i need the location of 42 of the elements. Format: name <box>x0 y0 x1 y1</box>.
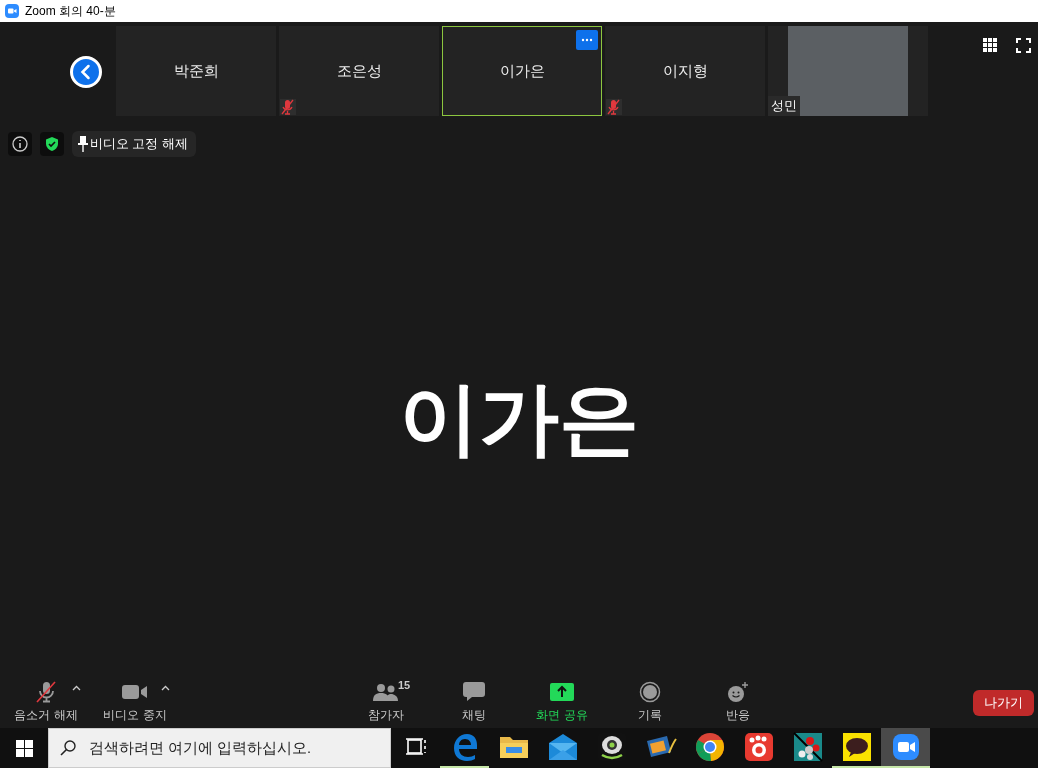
muted-mic-icon <box>607 99 621 115</box>
participant-tile[interactable]: 조은성 <box>279 26 439 116</box>
participant-count: 15 <box>398 679 411 691</box>
people-icon <box>373 683 399 701</box>
smiley-add-icon <box>727 681 749 703</box>
leave-button[interactable]: 나가기 <box>973 690 1034 716</box>
stop-video-button[interactable]: 비디오 중지 <box>95 681 175 724</box>
muted-mic-icon <box>281 99 295 115</box>
info-icon[interactable] <box>8 132 32 156</box>
caret-icon[interactable] <box>161 685 170 691</box>
gallery-view-icon[interactable] <box>983 38 997 52</box>
participant-name: 성민 <box>768 96 800 116</box>
search-icon <box>60 740 76 756</box>
participant-name: 이가은 <box>499 61 545 81</box>
share-screen-button[interactable]: 화면 공유 <box>522 681 602 724</box>
window-title: Zoom 회의 40-분 <box>25 2 116 20</box>
unpin-video-button[interactable]: 비디오 고정 해제 <box>72 131 196 157</box>
pin-icon <box>78 136 88 152</box>
participant-name: 이지형 <box>662 61 708 81</box>
windows-start-icon[interactable] <box>15 739 33 757</box>
share-screen-icon <box>550 683 574 701</box>
participant-name: 박준희 <box>173 61 219 81</box>
unmute-button[interactable]: 음소거 해제 <box>6 681 86 724</box>
participant-tile[interactable]: 박준희 <box>116 26 276 116</box>
fullscreen-icon[interactable] <box>1016 38 1031 53</box>
participant-tile[interactable]: 이가은 <box>442 26 602 116</box>
record-button[interactable]: 기록 <box>610 681 690 724</box>
participant-name: 조은성 <box>336 61 382 81</box>
participants-button[interactable]: 15 참가자 <box>346 681 426 724</box>
shield-icon[interactable] <box>40 132 64 156</box>
more-icon[interactable] <box>576 30 598 50</box>
participant-tile[interactable]: 성민 <box>768 26 928 116</box>
chat-button[interactable]: 채팅 <box>434 681 514 724</box>
video-camera-app-icon <box>5 4 19 18</box>
record-icon <box>639 681 661 703</box>
search-field[interactable]: 검색하려면 여기에 입력하십시오. <box>48 728 391 768</box>
participant-tile[interactable]: 이지형 <box>605 26 765 116</box>
active-speaker-name: 이가은 <box>399 372 639 465</box>
chat-bubble-icon <box>463 682 485 702</box>
reactions-button[interactable]: 반응 <box>698 681 778 724</box>
back-icon[interactable] <box>70 56 102 88</box>
caret-icon[interactable] <box>72 685 81 691</box>
